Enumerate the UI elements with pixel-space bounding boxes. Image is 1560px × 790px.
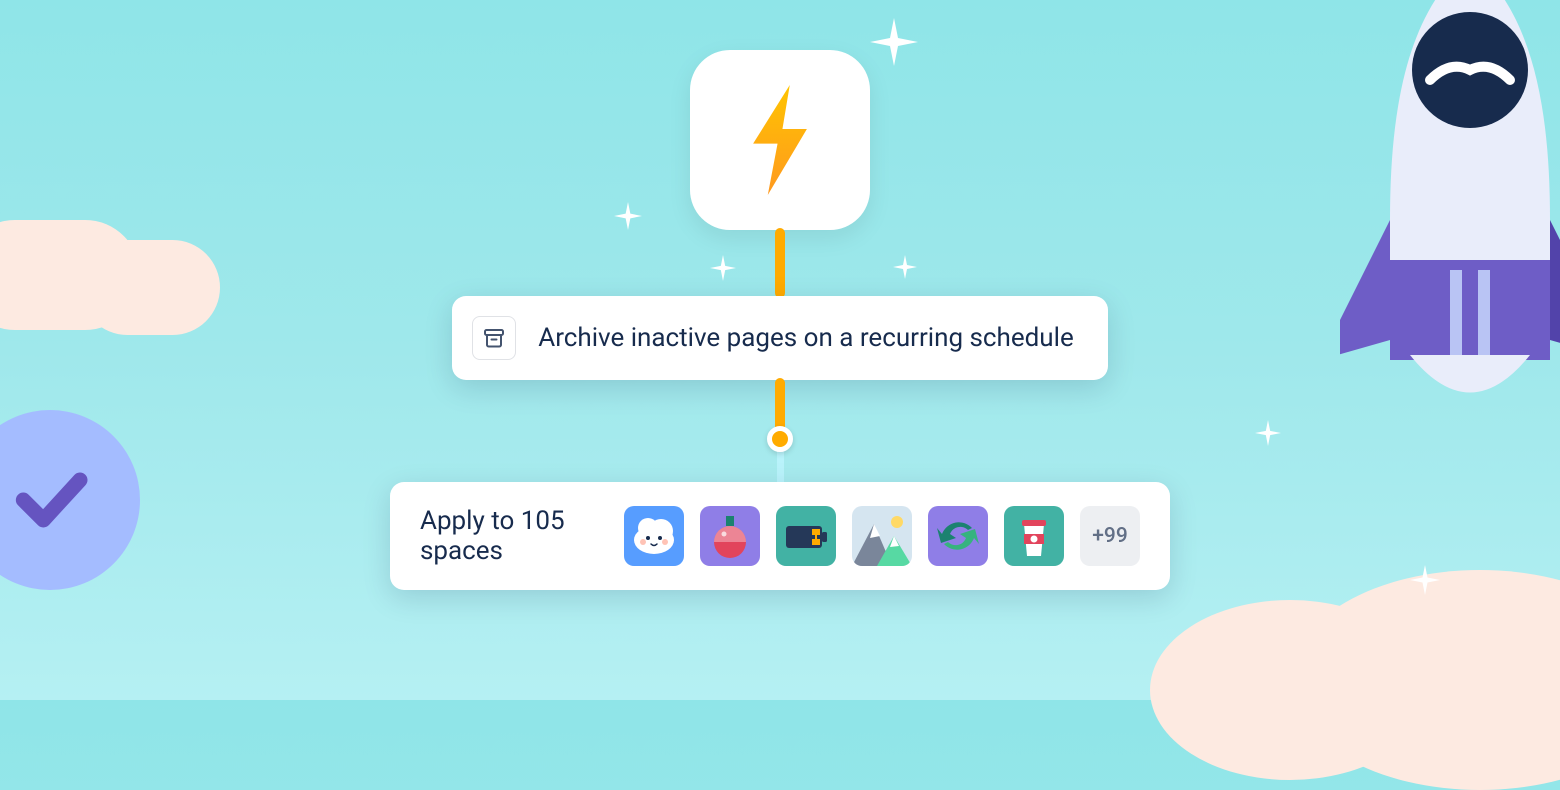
archive-icon-box [472, 316, 516, 360]
space-icon-potion[interactable] [700, 506, 760, 566]
connector-line [775, 228, 785, 298]
apply-spaces-card[interactable]: Apply to 105 spaces [390, 482, 1170, 590]
space-icon-cloud[interactable] [624, 506, 684, 566]
action-card[interactable]: Archive inactive pages on a recurring sc… [452, 296, 1108, 380]
archive-icon [482, 326, 506, 350]
apply-label: Apply to 105 spaces [420, 506, 588, 566]
space-icon-battery[interactable] [776, 506, 836, 566]
sparkle-icon [1410, 565, 1440, 595]
checkmark-badge [0, 410, 140, 590]
space-icon-sync[interactable] [928, 506, 988, 566]
cloud-decoration [0, 180, 260, 330]
connector-node [767, 426, 793, 452]
more-spaces-count[interactable]: +99 [1080, 506, 1140, 566]
space-icon-coffee[interactable] [1004, 506, 1064, 566]
sparkle-icon [1255, 420, 1281, 446]
connector-line [775, 378, 785, 440]
checkmark-icon [10, 460, 90, 540]
cloud-decoration [1110, 540, 1560, 740]
lightning-bolt-icon [740, 85, 820, 195]
rocket-illustration [1340, 0, 1560, 410]
space-icon-mountain[interactable] [852, 506, 912, 566]
action-label: Archive inactive pages on a recurring sc… [538, 323, 1074, 353]
space-icon-list: +99 [624, 506, 1140, 566]
trigger-card[interactable] [690, 50, 870, 230]
automation-flow: Archive inactive pages on a recurring sc… [390, 50, 1170, 590]
